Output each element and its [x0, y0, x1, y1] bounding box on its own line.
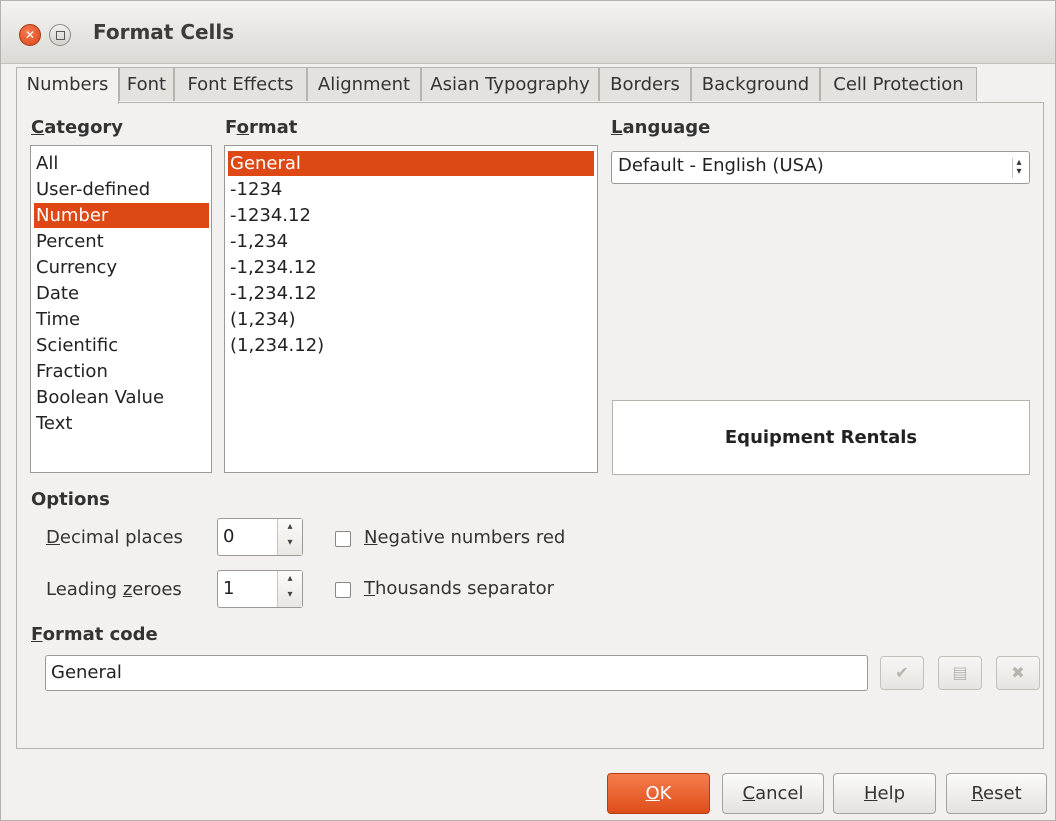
reset-button[interactable]: Reset: [946, 773, 1047, 814]
format-item[interactable]: -1,234: [228, 229, 594, 254]
format-preview: Equipment Rentals: [612, 400, 1030, 475]
checkmark-icon: ✔: [895, 663, 909, 682]
delete-icon: ✖: [1011, 663, 1025, 682]
category-item[interactable]: Time: [34, 307, 209, 332]
decimal-places-label: Decimal places: [46, 527, 183, 548]
delete-format-button[interactable]: ✖: [996, 656, 1040, 690]
title-bar: ✕ Format Cells: [1, 1, 1055, 64]
language-label: Language: [611, 117, 711, 138]
tab-font-effects[interactable]: Font Effects: [174, 67, 307, 101]
format-label: Format: [225, 117, 298, 138]
decimal-places-input[interactable]: [221, 525, 275, 548]
thousands-separator-label[interactable]: Thousands separator: [364, 578, 554, 599]
thousands-separator-checkbox[interactable]: [335, 582, 351, 598]
format-listbox[interactable]: General -1234 -1234.12 -1,234 -1,234.12 …: [224, 145, 598, 473]
language-dropdown[interactable]: Default - English (USA) ▴ ▾: [611, 151, 1030, 184]
tab-cell-protection[interactable]: Cell Protection: [820, 67, 977, 101]
category-label: Category: [31, 117, 124, 138]
category-item[interactable]: Text: [34, 411, 209, 436]
close-window-button[interactable]: ✕: [19, 24, 41, 46]
add-format-button[interactable]: ✔: [880, 656, 924, 690]
format-item[interactable]: (1,234): [228, 307, 594, 332]
format-item[interactable]: -1234.12: [228, 203, 594, 228]
spinner-arrows-icon[interactable]: ▴ ▾: [277, 571, 302, 607]
comment-icon: ▤: [952, 663, 968, 682]
format-cells-dialog: ✕ Format Cells Numbers Font Font Effects…: [0, 0, 1056, 821]
format-code-label: Format code: [31, 624, 158, 645]
language-value: Default - English (USA): [618, 155, 824, 176]
tab-alignment[interactable]: Alignment: [307, 67, 421, 101]
options-heading: Options: [31, 489, 110, 510]
maximize-icon: [56, 31, 65, 40]
edit-comment-button[interactable]: ▤: [938, 656, 982, 690]
format-item[interactable]: -1,234.12: [228, 255, 594, 280]
tab-asian-typography[interactable]: Asian Typography: [421, 67, 599, 101]
leading-zeroes-spinner[interactable]: ▴▾: [217, 570, 303, 608]
category-item[interactable]: All: [34, 151, 209, 176]
format-item[interactable]: -1234: [228, 177, 594, 202]
format-item-selected[interactable]: General: [228, 151, 594, 176]
tab-background[interactable]: Background: [691, 67, 820, 101]
leading-zeroes-label: Leading zeroes: [46, 579, 182, 600]
format-item[interactable]: (1,234.12): [228, 333, 594, 358]
decimal-places-spinner[interactable]: ▴▾: [217, 518, 303, 556]
window-title: Format Cells: [93, 20, 235, 44]
tab-numbers[interactable]: Numbers: [16, 67, 119, 104]
format-item[interactable]: -1,234.12: [228, 281, 594, 306]
category-item[interactable]: Scientific: [34, 333, 209, 358]
ok-button[interactable]: OK: [607, 773, 710, 814]
dropdown-arrows-icon: ▴ ▾: [1012, 158, 1025, 178]
format-code-field[interactable]: [45, 655, 868, 691]
category-item[interactable]: User-defined: [34, 177, 209, 202]
category-item-selected[interactable]: Number: [34, 203, 209, 228]
help-button[interactable]: Help: [833, 773, 936, 814]
format-code-input[interactable]: [49, 661, 853, 684]
tab-font[interactable]: Font: [119, 67, 174, 101]
tab-borders[interactable]: Borders: [599, 67, 691, 101]
spinner-arrows-icon[interactable]: ▴ ▾: [277, 519, 302, 555]
category-item[interactable]: Percent: [34, 229, 209, 254]
category-listbox[interactable]: All User-defined Number Percent Currency…: [30, 145, 212, 473]
category-item[interactable]: Fraction: [34, 359, 209, 384]
maximize-window-button[interactable]: [49, 24, 71, 46]
leading-zeroes-input[interactable]: [221, 577, 275, 600]
negative-red-label[interactable]: Negative numbers red: [364, 527, 565, 548]
category-item[interactable]: Date: [34, 281, 209, 306]
negative-red-checkbox[interactable]: [335, 531, 351, 547]
category-item[interactable]: Boolean Value: [34, 385, 209, 410]
cancel-button[interactable]: Cancel: [722, 773, 824, 814]
category-item[interactable]: Currency: [34, 255, 209, 280]
